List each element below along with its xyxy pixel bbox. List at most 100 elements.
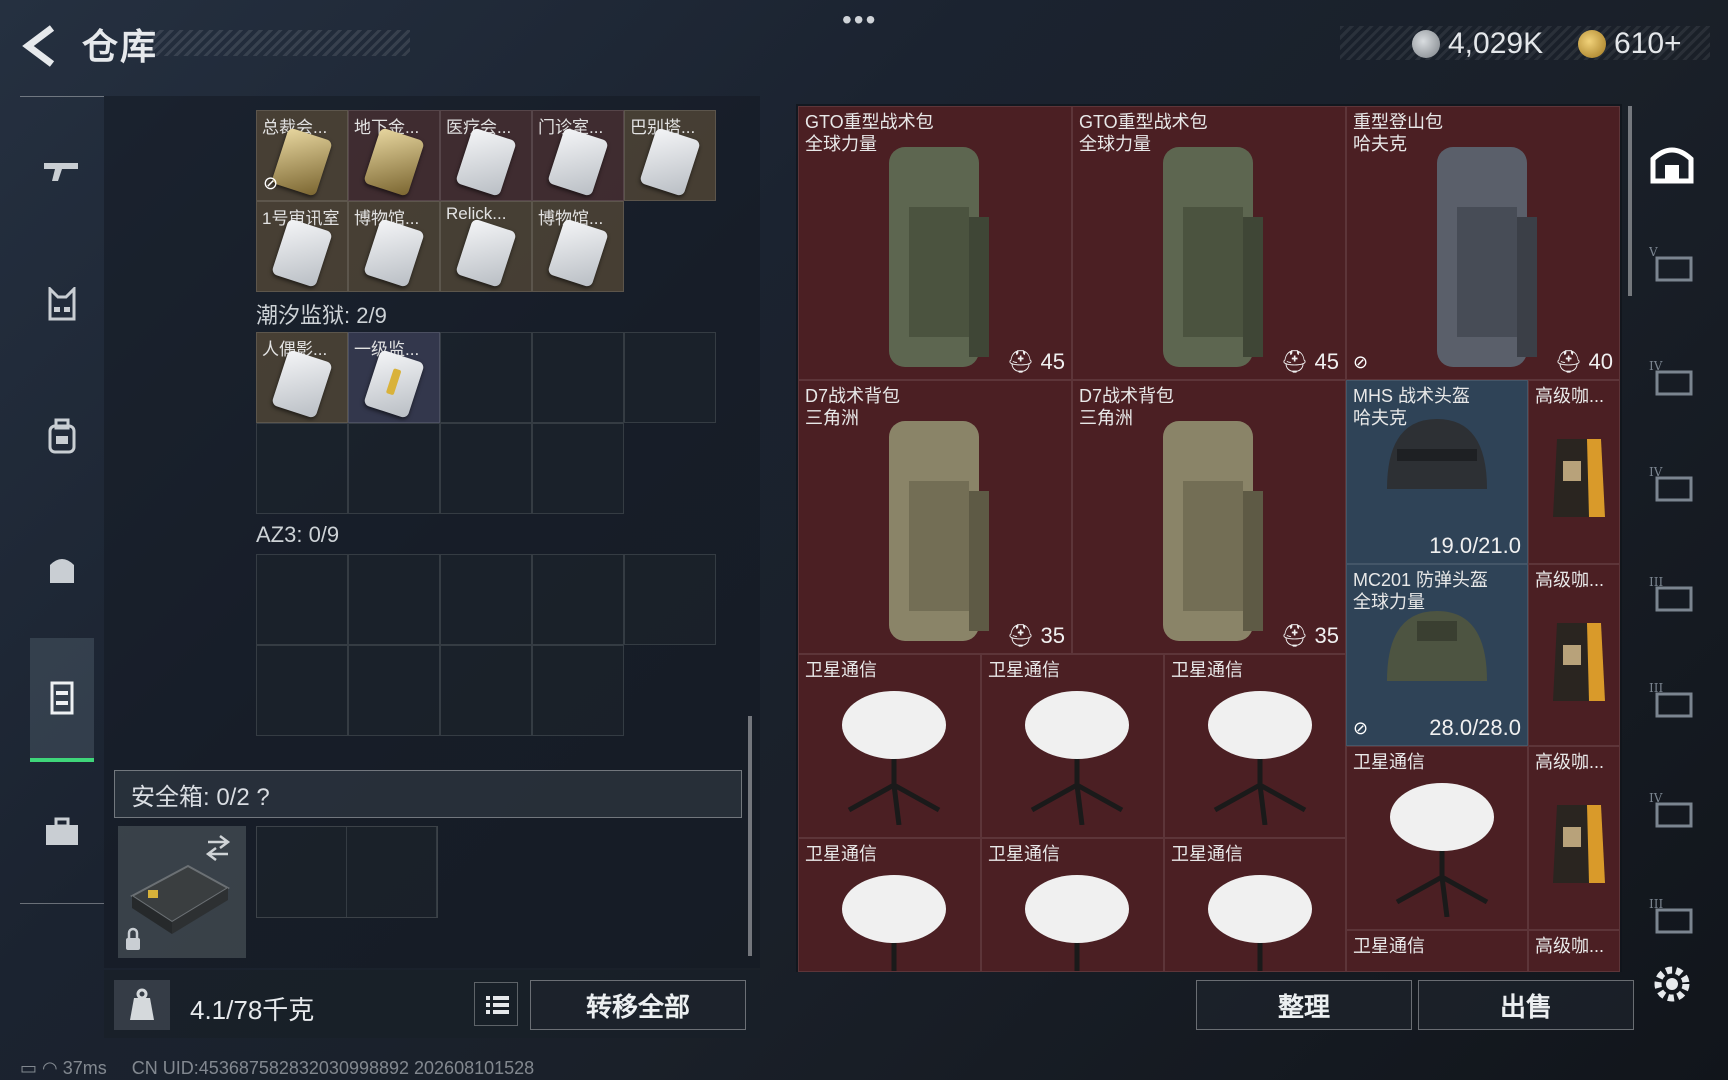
empty-slot[interactable] bbox=[347, 827, 437, 917]
empty-slot[interactable] bbox=[348, 423, 440, 514]
stash-item-coffee[interactable]: 高级咖... bbox=[1528, 930, 1620, 972]
armor-vest-icon bbox=[48, 287, 76, 321]
stash-item-coffee[interactable]: 高级咖... bbox=[1528, 746, 1620, 930]
stash-scrollbar[interactable] bbox=[1628, 106, 1632, 296]
nav-rig[interactable] bbox=[30, 536, 94, 600]
silver-currency[interactable]: 4,029K bbox=[1412, 22, 1543, 66]
stash-item-helmet[interactable]: MHS 战术头盔 哈夫克 19.0/21.0 bbox=[1346, 380, 1528, 564]
empty-slot[interactable] bbox=[256, 423, 348, 514]
stash-item-satellite[interactable]: 卫星通信 bbox=[1164, 654, 1346, 838]
empty-slot[interactable] bbox=[440, 645, 532, 736]
satellite-dish-icon bbox=[1390, 783, 1494, 917]
stash-expansion-icon: V bbox=[1649, 245, 1693, 282]
stash-tab-4b[interactable]: IV bbox=[1644, 456, 1700, 512]
safe-box-item[interactable] bbox=[118, 826, 246, 958]
stash-tab-3a[interactable]: III bbox=[1644, 566, 1700, 622]
key-item[interactable]: 博物馆... bbox=[532, 201, 624, 292]
satellite-dish-icon bbox=[842, 691, 946, 825]
battery-icon: ▭ bbox=[20, 1058, 38, 1078]
stash-item-satellite[interactable]: 卫星通信 bbox=[798, 654, 981, 838]
stash-item-backpack[interactable]: GTO重型战术包 全球力量 ⛑ 45 bbox=[1072, 106, 1346, 380]
stash-item-backpack[interactable]: 重型登山包 哈夫克 ⊘ ⛑ 40 bbox=[1346, 106, 1620, 380]
stash-item-satellite[interactable]: 卫星通信 bbox=[981, 654, 1164, 838]
nav-armor[interactable] bbox=[30, 272, 94, 336]
az3-grid bbox=[256, 554, 716, 645]
empty-slot[interactable] bbox=[256, 554, 348, 645]
key-card-icon bbox=[455, 218, 517, 288]
list-view-button[interactable] bbox=[474, 982, 518, 1026]
stash-item-satellite[interactable]: 卫星通信 bbox=[798, 838, 981, 972]
helmet-bag-icon bbox=[50, 559, 74, 583]
stash-item-helmet[interactable]: MC201 防弹头盔 全球力量 ⊘ 28.0/28.0 bbox=[1346, 564, 1528, 746]
empty-slot[interactable] bbox=[348, 645, 440, 736]
stash-item-satellite[interactable]: 卫星通信 bbox=[981, 838, 1164, 972]
tidal-prison-grid-row2 bbox=[256, 423, 624, 514]
empty-slot[interactable] bbox=[348, 554, 440, 645]
key-item[interactable]: 一级监... bbox=[348, 332, 440, 423]
stash-tab-main[interactable] bbox=[1644, 134, 1700, 190]
key-item[interactable]: Relick... bbox=[440, 201, 532, 292]
stash-expansion-icon: III bbox=[1649, 575, 1693, 612]
stash-item-coffee[interactable]: 高级咖... bbox=[1528, 564, 1620, 746]
stash-item-satellite[interactable]: 卫星通信 bbox=[1346, 746, 1528, 930]
empty-slot[interactable] bbox=[532, 423, 624, 514]
stash-item-backpack[interactable]: GTO重型战术包 全球力量 ⛑ 45 bbox=[798, 106, 1072, 380]
stash-item-satellite[interactable]: 卫星通信 bbox=[1164, 838, 1346, 972]
tidal-prison-grid: 人偶影... 一级监... bbox=[256, 332, 716, 423]
title-decoration bbox=[150, 30, 410, 56]
empty-slot[interactable] bbox=[532, 332, 624, 423]
stash-tab-4a[interactable]: IV bbox=[1644, 350, 1700, 406]
empty-slot[interactable] bbox=[440, 554, 532, 645]
stash-item-backpack[interactable]: D7战术背包 三角洲 ⛑ 35 bbox=[1072, 380, 1346, 654]
stash-expansion-icon: IV bbox=[1649, 359, 1693, 396]
stash-item-coffee[interactable]: 高级咖... bbox=[1528, 380, 1620, 564]
safe-box-header[interactable]: 安全箱: 0/2 ? bbox=[114, 770, 742, 818]
key-item[interactable]: 博物馆... bbox=[348, 201, 440, 292]
nav-weapons[interactable] bbox=[30, 138, 94, 202]
key-item[interactable]: 1号审讯室 bbox=[256, 201, 348, 292]
empty-slot[interactable] bbox=[256, 645, 348, 736]
empty-slot[interactable] bbox=[257, 827, 347, 917]
nav-backpack[interactable] bbox=[30, 404, 94, 468]
empty-slot[interactable] bbox=[624, 554, 716, 645]
empty-slot[interactable] bbox=[532, 645, 624, 736]
empty-slot[interactable] bbox=[532, 554, 624, 645]
warehouse-icon bbox=[1650, 147, 1694, 184]
helmet-image-icon bbox=[1387, 611, 1487, 681]
nav-chest-rig[interactable] bbox=[30, 638, 94, 762]
sort-button[interactable]: 整理 bbox=[1196, 980, 1412, 1030]
stash-tab-3c[interactable]: III bbox=[1644, 888, 1700, 944]
empty-slot[interactable] bbox=[440, 423, 532, 514]
key-item[interactable]: 人偶影... bbox=[256, 332, 348, 423]
sell-button[interactable]: 出售 bbox=[1418, 980, 1634, 1030]
key-item[interactable]: 巴别塔... bbox=[624, 110, 716, 201]
empty-slot[interactable] bbox=[440, 332, 532, 423]
coffee-bag-icon bbox=[1553, 805, 1605, 883]
transfer-all-button[interactable]: 转移全部 bbox=[530, 980, 746, 1030]
stash-item-backpack[interactable]: D7战术背包 三角洲 ⛑ 35 bbox=[798, 380, 1072, 654]
stash-tab-4c[interactable]: IV bbox=[1644, 782, 1700, 838]
no-trade-icon: ⊘ bbox=[263, 173, 279, 193]
key-item[interactable]: 医疗会... bbox=[440, 110, 532, 201]
key-item[interactable]: 门诊室... bbox=[532, 110, 624, 201]
satellite-dish-icon bbox=[1025, 875, 1129, 971]
satellite-dish-icon bbox=[1208, 691, 1312, 825]
settings-gear-icon[interactable] bbox=[1648, 960, 1696, 1008]
empty-slot[interactable] bbox=[624, 332, 716, 423]
ping-readout: 37ms bbox=[62, 1058, 107, 1078]
gold-currency[interactable]: 610+ bbox=[1578, 22, 1682, 66]
stash-expansion-icon: III bbox=[1649, 897, 1693, 934]
left-scrollbar[interactable] bbox=[748, 716, 752, 956]
satellite-dish-icon bbox=[1025, 691, 1129, 825]
safe-case-icon bbox=[126, 835, 231, 950]
stash-item-satellite[interactable]: 卫星通信 bbox=[1346, 930, 1528, 972]
key-item[interactable]: 总裁会... ⊘ bbox=[256, 110, 348, 201]
more-menu-icon[interactable]: ••• bbox=[842, 4, 877, 36]
backpack-image-icon bbox=[889, 421, 989, 641]
back-arrow-icon[interactable] bbox=[18, 22, 66, 70]
section-label-az3: AZ3: 0/9 bbox=[256, 522, 340, 547]
key-item[interactable]: 地下金... bbox=[348, 110, 440, 201]
stash-tab-3b[interactable]: III bbox=[1644, 672, 1700, 728]
nav-briefcase[interactable] bbox=[30, 800, 94, 864]
stash-tab-5[interactable]: V bbox=[1644, 236, 1700, 292]
